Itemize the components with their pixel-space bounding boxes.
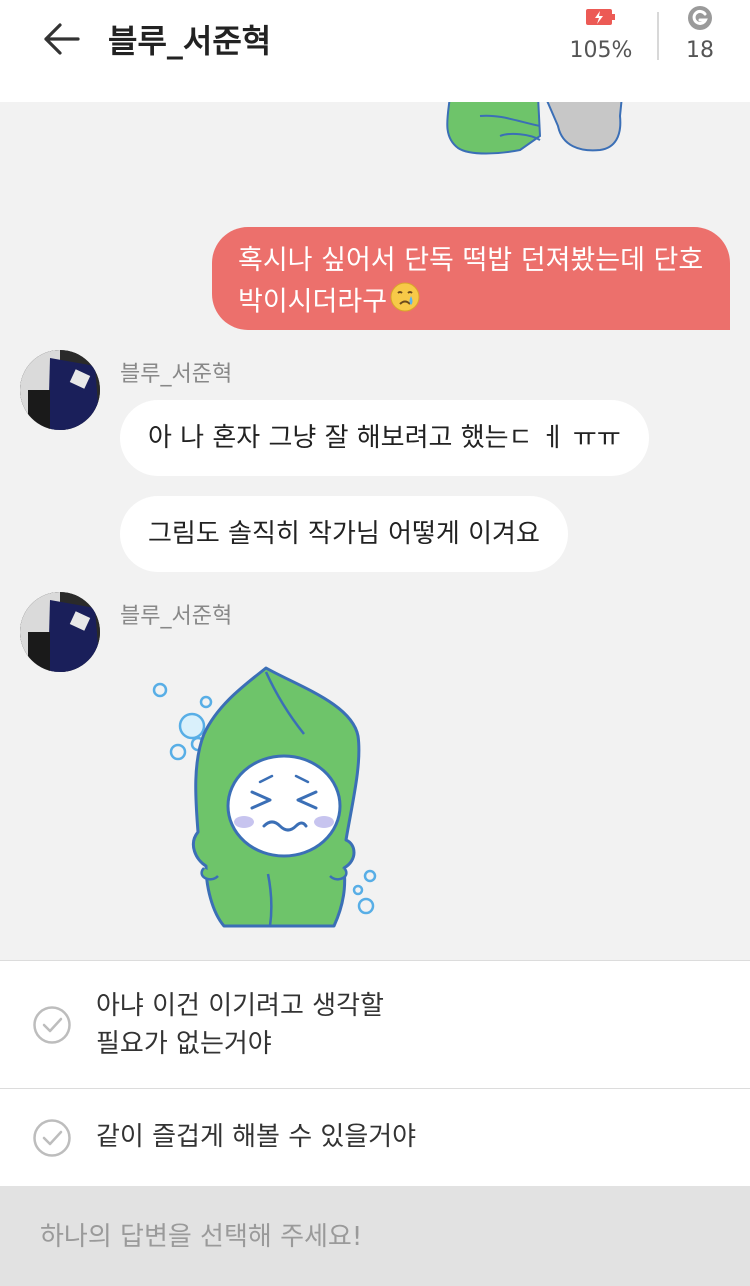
sender-name: 블루_서준혁 — [120, 604, 233, 629]
crying-leaf-sticker — [148, 664, 388, 933]
reply-option-2[interactable]: 같이 즐겁게 해볼 수 있을거야 — [0, 1088, 750, 1186]
coin-count: 18 — [686, 38, 714, 63]
my-message-bubble: 혹시나 싶어서 단독 떡밥 던져봤는데 단호박이시더라구 — [212, 227, 730, 330]
reply-prompt-text: 하나의 답변을 선택해 주세요! — [40, 1222, 363, 1252]
arrow-left-icon — [44, 23, 80, 55]
avatar[interactable] — [20, 592, 100, 672]
chat-area[interactable]: 혹시나 싶어서 단독 떡밥 던져봤는데 단호박이시더라구 블루_서준혁 아 나 … — [0, 102, 750, 960]
check-circle-icon — [33, 1119, 71, 1157]
partial-sticker — [440, 102, 630, 166]
sender-name: 블루_서준혁 — [120, 362, 233, 387]
battery-percent: 105% — [569, 38, 633, 63]
coin-status[interactable]: 18 — [672, 4, 728, 63]
battery-icon — [586, 9, 615, 25]
reply-prompt-bar: 하나의 답변을 선택해 주세요! — [0, 1186, 750, 1286]
battery-status: 105% — [566, 6, 636, 63]
reply-option-text: 아냐 이건 이기려고 생각할 필요가 없는거야 — [96, 991, 384, 1059]
reply-option-text: 같이 즐겁게 해볼 수 있을거야 — [96, 1122, 417, 1152]
their-message-bubble: 아 나 혼자 그냥 잘 해보려고 했는ㄷ ㅔ ㅠㅠ — [120, 400, 649, 476]
their-message-bubble: 그림도 솔직히 작가님 어떻게 이겨요 — [120, 496, 568, 572]
top-bar: 블루_서준혁 105% 18 — [0, 0, 750, 102]
chat-title: 블루_서준혁 — [108, 22, 272, 60]
reply-option-1[interactable]: 아냐 이건 이기려고 생각할 필요가 없는거야 — [0, 960, 750, 1088]
header-divider — [657, 12, 659, 60]
avatar[interactable] — [20, 350, 100, 430]
coin-g-icon — [688, 6, 712, 30]
crying-face-icon — [389, 281, 421, 325]
back-button[interactable] — [38, 16, 84, 62]
check-circle-icon — [33, 1006, 71, 1044]
my-message-text: 혹시나 싶어서 단독 떡밥 던져봤는데 단호박이시더라구 — [238, 245, 704, 318]
